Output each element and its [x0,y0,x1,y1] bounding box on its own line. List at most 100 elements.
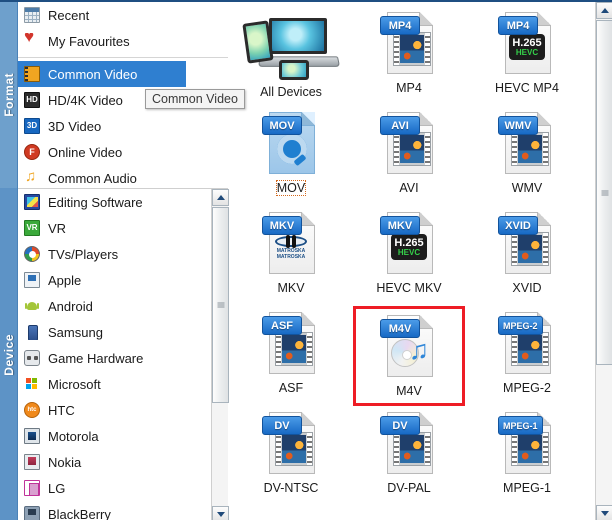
main-scrollbar[interactable] [595,2,612,520]
sidebar-item-label: BlackBerry [48,506,111,520]
rail-tab-format[interactable]: Format [0,2,18,188]
format-tag: MP4 [380,16,420,35]
rail-tab-device[interactable]: Device [0,188,18,520]
sidebar-item-label: Common Video [48,66,138,82]
all-devices-icon [239,12,343,82]
sidebar-item-blackberry[interactable]: BlackBerry [18,501,228,520]
category-sidebar: Recent My Favourites Common Video HD/4K … [18,2,229,520]
sidebar-item-online-video[interactable]: Online Video [18,139,228,165]
format-item-label: All Devices [260,85,322,99]
format-item-wmv[interactable]: WMV WMV [471,106,583,206]
sidebar-item-label: Nokia [48,454,82,470]
microsoft-icon [24,376,40,392]
format-item-mpeg-1[interactable]: MPEG-1 MPEG-1 [471,406,583,506]
format-item-mp4[interactable]: MP4 MP4 [353,6,465,106]
scroll-grip-icon [217,302,224,308]
sidebar-item-common-video[interactable]: Common Video [18,61,186,87]
sidebar-item-label: HTC [48,402,75,418]
film-icon [24,66,40,82]
sidebar-item-tvs-players[interactable]: TVs/Players [18,241,228,267]
sidebar-scroll-down-button[interactable] [212,506,229,520]
format-tag: ASF [262,316,302,335]
format-item-label: M4V [396,384,422,398]
format-item-hevc-mp4[interactable]: H.265 HEVC MP4 HEVC MP4 [471,6,583,106]
format-item-dv-pal[interactable]: DV DV-PAL [353,406,465,506]
format-item-label: MPEG-1 [503,481,551,495]
sidebar-item-htc[interactable]: HTC [18,397,228,423]
sidebar-scrollbar[interactable] [211,189,229,520]
format-item-mov[interactable]: MOV MOV [235,106,347,206]
mkv-file-icon: MATROSKA MATROSKA MKV [262,210,319,278]
sidebar-item-motorola[interactable]: Motorola [18,423,228,449]
sidebar-item-3d-video[interactable]: 3D Video [18,113,228,139]
sidebar-item-nokia[interactable]: Nokia [18,449,228,475]
sidebar-item-label: Motorola [48,428,99,444]
format-row: All Devices MP4 MP4 H.265 HEVC MP4 HEVC … [229,6,595,106]
sidebar-item-label: LG [48,480,66,496]
format-row: MOV MOV AVI AVI WMV WMV [229,106,595,206]
sidebar-scroll-thumb[interactable] [212,207,229,403]
main-scroll-up-button[interactable] [596,2,612,19]
sidebar-item-label: Samsung [48,324,103,340]
format-grid-panel: All Devices MP4 MP4 H.265 HEVC MP4 HEVC … [229,2,612,520]
sidebar-item-lg[interactable]: LG [18,475,228,501]
wmv-file-icon: WMV [498,110,555,178]
lg-icon [24,480,40,496]
format-tag: MPEG-1 [498,416,543,435]
sidebar-item-label: VR [48,220,67,236]
format-tag: AVI [380,116,420,135]
sidebar-item-common-audio[interactable]: Common Audio [18,165,228,188]
sidebar-item-microsoft[interactable]: Microsoft [18,371,228,397]
tv-player-icon [24,246,40,262]
format-item-label: HEVC MP4 [495,81,559,95]
dv-pal-file-icon: DV [380,410,437,478]
sidebar-item-samsung[interactable]: Samsung [18,319,228,345]
calendar-icon [24,7,40,23]
sidebar-scroll-up-button[interactable] [212,189,229,206]
format-item-xvid[interactable]: XVID XVID [471,206,583,306]
format-item-dv-ntsc[interactable]: DV DV-NTSC [235,406,347,506]
main-scroll-thumb[interactable] [596,20,612,365]
sidebar-item-editing-software[interactable]: Editing Software [18,189,228,215]
format-item-label: AVI [399,181,419,195]
sidebar-item-apple[interactable]: Apple [18,267,228,293]
mov-file-icon: MOV [262,110,319,178]
vr-icon [24,220,40,236]
sidebar-item-label: Game Hardware [48,350,144,366]
main-scroll-down-button[interactable] [596,505,612,520]
sidebar-divider [18,57,228,58]
blackberry-icon [24,506,40,520]
format-tag: WMV [498,116,538,135]
hd-icon [24,92,40,108]
format-tag: MPEG-2 [498,316,543,335]
sidebar-item-my-favourites[interactable]: My Favourites [18,28,228,54]
format-item-label: DV-PAL [387,481,431,495]
format-item-hevc-mkv[interactable]: H.265 HEVC MKV HEVC MKV [353,206,465,306]
format-item-mpeg-2[interactable]: MPEG-2 MPEG-2 [471,306,583,406]
format-row: DV DV-NTSC DV DV-PAL MPEG-1 MPEG-1 [229,406,595,506]
format-picker-window: Format Device Recent My Favourites Comm [0,0,612,520]
format-tag: M4V [380,319,420,338]
sidebar-item-recent[interactable]: Recent [18,2,228,28]
format-row: MATROSKA MATROSKA MKV MKV H.265 HEVC MKV H… [229,206,595,306]
htc-icon [24,402,40,418]
format-item-m4v[interactable]: ♫ M4V M4V [353,306,465,406]
online-icon [24,144,40,160]
sidebar-item-vr[interactable]: VR [18,215,228,241]
music-note-icon [24,170,40,186]
avi-file-icon: AVI [380,110,437,178]
nokia-icon [24,454,40,470]
xvid-file-icon: XVID [498,210,555,278]
format-item-all-devices[interactable]: All Devices [235,6,347,106]
format-item-mkv[interactable]: MATROSKA MATROSKA MKV MKV [235,206,347,306]
format-item-avi[interactable]: AVI AVI [353,106,465,206]
format-tag: MKV [262,216,302,235]
format-item-label: MOV [275,180,307,196]
sidebar-item-label: Apple [48,272,82,288]
sidebar-item-game-hardware[interactable]: Game Hardware [18,345,228,371]
sidebar-item-android[interactable]: Android [18,293,228,319]
sidebar-item-label: HD/4K Video [48,92,123,108]
format-item-asf[interactable]: ASF ASF [235,306,347,406]
m4v-file-icon: ♫ M4V [380,313,437,381]
hevc-mp4-file-icon: H.265 HEVC MP4 [498,10,555,78]
